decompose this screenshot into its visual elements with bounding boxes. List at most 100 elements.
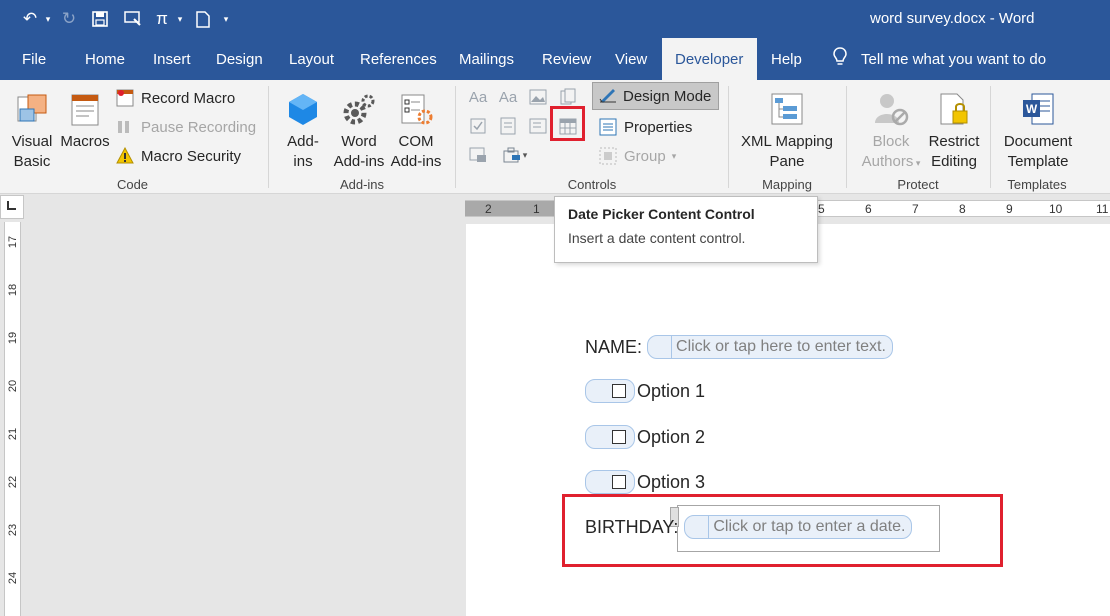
macros-icon [59,86,111,132]
group-separator [728,86,729,188]
new-document-icon[interactable] [186,6,220,32]
highlight-date-picker-icon [550,106,585,141]
checkbox-icon [612,475,626,489]
option-2-line: Option 2 [585,425,705,449]
tab-design[interactable]: Design [206,38,273,80]
tell-me-search[interactable]: Tell me what you want to do [833,38,1046,80]
checkbox-icon [612,430,626,444]
checkbox-icon [612,384,626,398]
group-label-controls: Controls [567,177,617,192]
rich-text-content-control-icon[interactable]: Aa [467,86,489,108]
equation-dropdown-icon[interactable]: ▾ [174,6,186,32]
group-separator [268,86,269,188]
tell-me-text: Tell me what you want to do [861,50,1047,68]
option-3-checkbox[interactable] [585,470,635,494]
group-label-mapping: Mapping [762,177,812,192]
svg-text:W: W [1026,102,1038,116]
document-template-button[interactable]: W Document Template [1000,86,1076,172]
option-3-line: Option 3 [585,470,705,494]
group-icon [598,146,618,166]
tab-selector[interactable] [0,195,24,219]
window-title: word survey.docx - Word [870,10,1035,27]
lightbulb-icon [833,46,847,72]
option-1-line: Option 1 [585,379,705,403]
tab-review[interactable]: Review [532,38,601,80]
block-authors-button[interactable]: Block Authors ▾ [856,86,926,173]
visual-basic-icon [8,86,56,132]
repeating-section-content-control-icon[interactable] [467,144,489,166]
group-separator [846,86,847,188]
com-add-ins-button[interactable]: COM Add-ins [388,86,444,172]
ribbon-tabs: File Home Insert Design Layout Reference… [0,38,1110,80]
equation-icon[interactable]: π [150,6,174,32]
tab-insert[interactable]: Insert [143,38,201,80]
pause-recording-button[interactable]: Pause Recording [115,115,256,139]
tab-file[interactable]: File [12,38,56,80]
name-line: NAME: Click or tap here to enter text. [585,335,893,359]
tab-references[interactable]: References [350,38,447,80]
word-document-icon: W [1000,86,1076,132]
xml-mapping-pane-button[interactable]: XML Mapping Pane [738,86,836,172]
macros-button[interactable]: Macros [59,86,111,152]
add-ins-button[interactable]: Add- ins [280,86,326,172]
undo-dropdown-icon[interactable]: ▾ [42,6,54,32]
check-box-content-control-icon[interactable] [467,115,489,137]
add-ins-icon [280,86,326,132]
quick-access-toolbar: ↶ ▾ ↻ π ▾ ▾ [18,6,232,32]
record-macro-icon [115,88,135,108]
pause-icon [115,117,135,137]
option-3-label: Option 3 [637,471,706,492]
word-add-ins-button[interactable]: Word Add-ins [330,86,388,172]
vertical-ruler[interactable]: 17 18 19 20 21 22 23 24 [4,222,21,616]
title-bar: ↶ ▾ ↻ π ▾ ▾ word survey.docx - Word [0,0,1110,38]
customize-qat-icon[interactable]: ▾ [220,6,232,32]
com-add-ins-icon [388,86,444,132]
building-block-gallery-icon[interactable] [557,86,579,108]
gears-icon [330,86,388,132]
tooltip-description: Insert a date content control. [568,230,746,246]
combo-box-content-control-icon[interactable] [497,115,519,137]
warning-icon [115,146,135,166]
tab-mailings[interactable]: Mailings [449,38,524,80]
group-label-add-ins: Add-ins [339,177,385,192]
visual-basic-button[interactable]: Visual Basic [8,86,56,172]
group-label-templates: Templates [1007,177,1067,192]
group-button[interactable]: Group ▾ [598,144,676,168]
properties-button[interactable]: Properties [598,115,692,139]
tab-help[interactable]: Help [761,38,812,80]
undo-icon[interactable]: ↶ [18,6,42,32]
design-mode-button[interactable]: Design Mode [592,82,719,110]
group-label-code: Code [116,177,149,192]
tab-home[interactable]: Home [75,38,135,80]
tab-developer[interactable]: Developer [662,38,757,80]
save-icon[interactable] [84,6,116,32]
option-1-checkbox[interactable] [585,379,635,403]
group-separator [455,86,456,188]
tooltip-title: Date Picker Content Control [568,206,755,222]
plain-text-content-control-icon[interactable]: Aa [497,86,519,108]
record-macro-button[interactable]: Record Macro [115,86,235,110]
picture-content-control-icon[interactable] [527,86,549,108]
macro-security-button[interactable]: Macro Security [115,144,241,168]
xml-mapping-icon [738,86,836,132]
legacy-tools-icon[interactable]: ▾ [497,144,533,166]
option-2-label: Option 2 [637,426,706,447]
group-separator [990,86,991,188]
name-text-content-control[interactable]: Click or tap here to enter text. [647,335,893,359]
restrict-editing-icon [925,86,983,132]
name-label: NAME: [585,336,643,357]
tooltip-date-picker: Date Picker Content Control Insert a dat… [554,196,818,263]
touch-mode-icon[interactable] [116,6,150,32]
redo-icon[interactable]: ↻ [54,6,84,32]
option-2-checkbox[interactable] [585,425,635,449]
group-label-protect: Protect [897,177,939,192]
option-1-label: Option 1 [637,380,706,401]
design-mode-icon [599,85,617,107]
restrict-editing-button[interactable]: Restrict Editing [925,86,983,172]
properties-icon [598,117,618,137]
drop-down-list-content-control-icon[interactable] [527,115,549,137]
group-dropdown-icon: ▾ [671,150,677,161]
highlight-birthday-field [562,494,1003,567]
tab-layout[interactable]: Layout [279,38,344,80]
tab-view[interactable]: View [605,38,657,80]
